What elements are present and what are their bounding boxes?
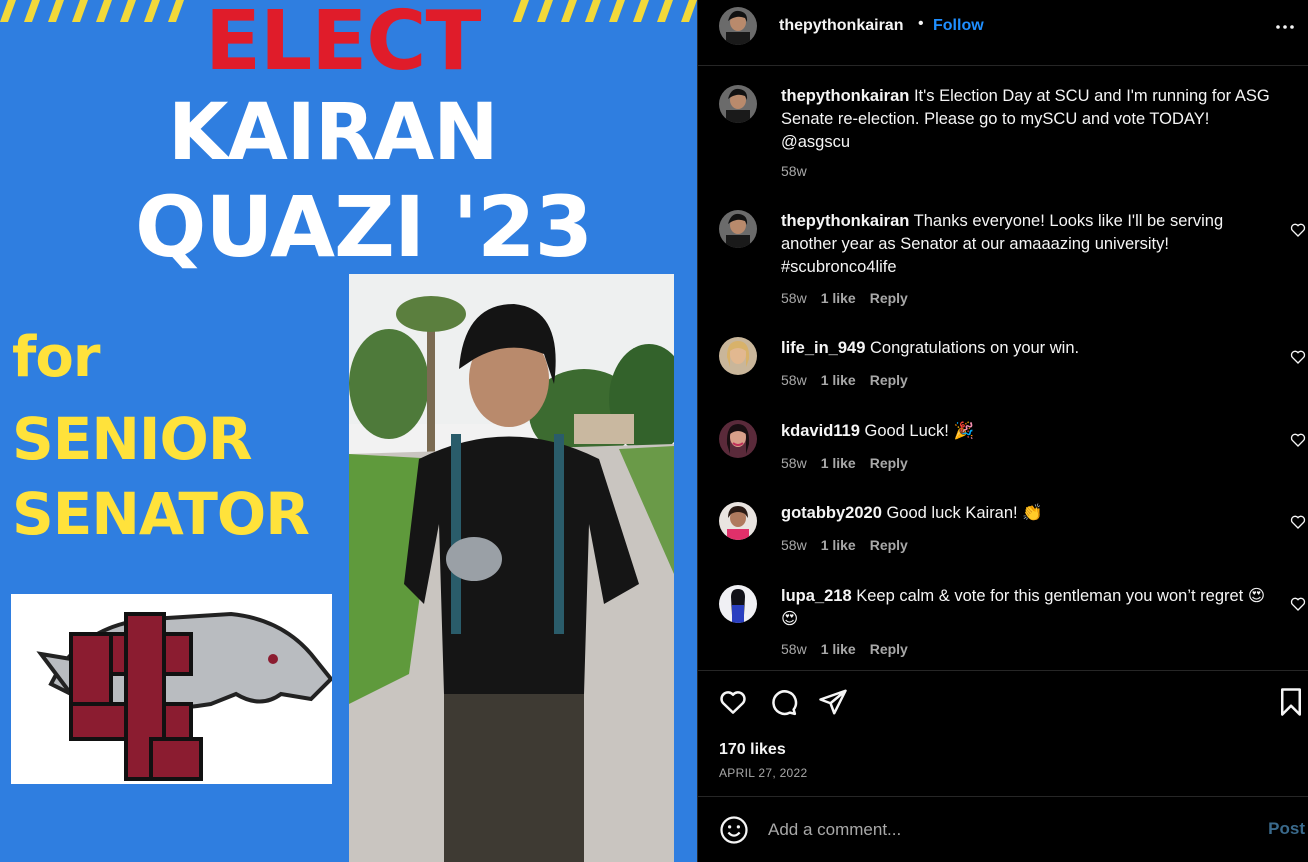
comment-username[interactable]: kdavid119 xyxy=(781,422,860,440)
comment-likes[interactable]: 1 like xyxy=(821,290,856,306)
comment-likes[interactable]: 1 like xyxy=(821,372,856,388)
share-icon[interactable] xyxy=(818,687,848,717)
poster-elect-heading: ELECT xyxy=(205,0,481,89)
comment-time[interactable]: 58w xyxy=(781,537,807,553)
like-comment-heart-icon[interactable] xyxy=(1290,349,1306,365)
comment-input[interactable] xyxy=(768,815,1218,845)
comment-username[interactable]: lupa_218 xyxy=(781,587,852,605)
poster-senator-text: SENATOR xyxy=(12,480,310,548)
comment-icon[interactable] xyxy=(768,687,798,717)
author-avatar[interactable] xyxy=(719,7,757,45)
likes-count[interactable]: 170 likes xyxy=(719,741,786,759)
comment-time[interactable]: 58w xyxy=(781,163,807,179)
comment-time[interactable]: 58w xyxy=(781,455,807,471)
poster-name-last: QUAZI '23 xyxy=(135,178,593,276)
emoji-icon[interactable] xyxy=(719,815,749,845)
reply-button[interactable]: Reply xyxy=(870,455,908,471)
reply-button[interactable]: Reply xyxy=(870,290,908,306)
comment-username[interactable]: life_in_949 xyxy=(781,339,865,357)
poster-senior-text: SENIOR xyxy=(12,405,252,473)
comment-likes[interactable]: 1 like xyxy=(821,537,856,553)
commenter-avatar[interactable] xyxy=(719,585,757,623)
commenter-avatar[interactable] xyxy=(719,210,757,248)
comment-username[interactable]: thepythonkairan xyxy=(781,212,909,230)
post-details-panel: thepythonkairan • Follow thepythonkairan… xyxy=(697,0,1308,862)
like-comment-heart-icon[interactable] xyxy=(1290,596,1306,612)
reply-button[interactable]: Reply xyxy=(870,372,908,388)
more-options-icon[interactable] xyxy=(1273,15,1297,39)
follow-button[interactable]: Follow xyxy=(933,17,984,35)
candidate-photo xyxy=(349,274,674,862)
commenter-avatar[interactable] xyxy=(719,337,757,375)
post-image[interactable]: ELECT KAIRAN QUAZI '23 for SENIOR SENATO… xyxy=(0,0,697,862)
post-header: thepythonkairan • Follow xyxy=(698,0,1308,66)
comment-likes[interactable]: 1 like xyxy=(821,641,856,657)
poster-for-text: for xyxy=(12,325,100,390)
bookmark-icon[interactable] xyxy=(1276,687,1306,717)
comment-time[interactable]: 58w xyxy=(781,290,807,306)
comment-text: Congratulations on your win. xyxy=(869,339,1080,357)
post-date: APRIL 27, 2022 xyxy=(719,766,808,780)
post-actions: 170 likes APRIL 27, 2022 xyxy=(698,670,1308,796)
comment-likes[interactable]: 1 like xyxy=(821,455,856,471)
hazard-stripes-left xyxy=(0,0,184,22)
reply-button[interactable]: Reply xyxy=(870,641,908,657)
commenter-avatar[interactable] xyxy=(719,420,757,458)
comment-username[interactable]: gotabby2020 xyxy=(781,504,882,522)
heart-icon[interactable] xyxy=(718,687,748,717)
poster-name-first: KAIRAN xyxy=(168,88,499,178)
scu-bronco-logo xyxy=(11,594,334,784)
like-comment-heart-icon[interactable] xyxy=(1290,432,1306,448)
comment-text: Good luck Kairan! 👏 xyxy=(886,504,1043,522)
comment-text: Good Luck! 🎉 xyxy=(864,422,974,440)
like-comment-heart-icon[interactable] xyxy=(1290,514,1306,530)
reply-button[interactable]: Reply xyxy=(870,537,908,553)
author-username[interactable]: thepythonkairan xyxy=(779,17,903,35)
header-separator: • xyxy=(918,15,924,32)
comment-username[interactable]: thepythonkairan xyxy=(781,87,909,105)
commenter-avatar[interactable] xyxy=(719,502,757,540)
comment-text: Keep calm & vote for this gentleman you … xyxy=(781,587,1266,628)
like-comment-heart-icon[interactable] xyxy=(1290,222,1306,238)
comment-time[interactable]: 58w xyxy=(781,641,807,657)
hazard-stripes-right xyxy=(513,0,697,22)
add-comment-bar: Post xyxy=(698,796,1308,862)
caption-avatar[interactable] xyxy=(719,85,757,123)
post-comment-button[interactable]: Post xyxy=(1268,819,1305,839)
comment-time[interactable]: 58w xyxy=(781,372,807,388)
